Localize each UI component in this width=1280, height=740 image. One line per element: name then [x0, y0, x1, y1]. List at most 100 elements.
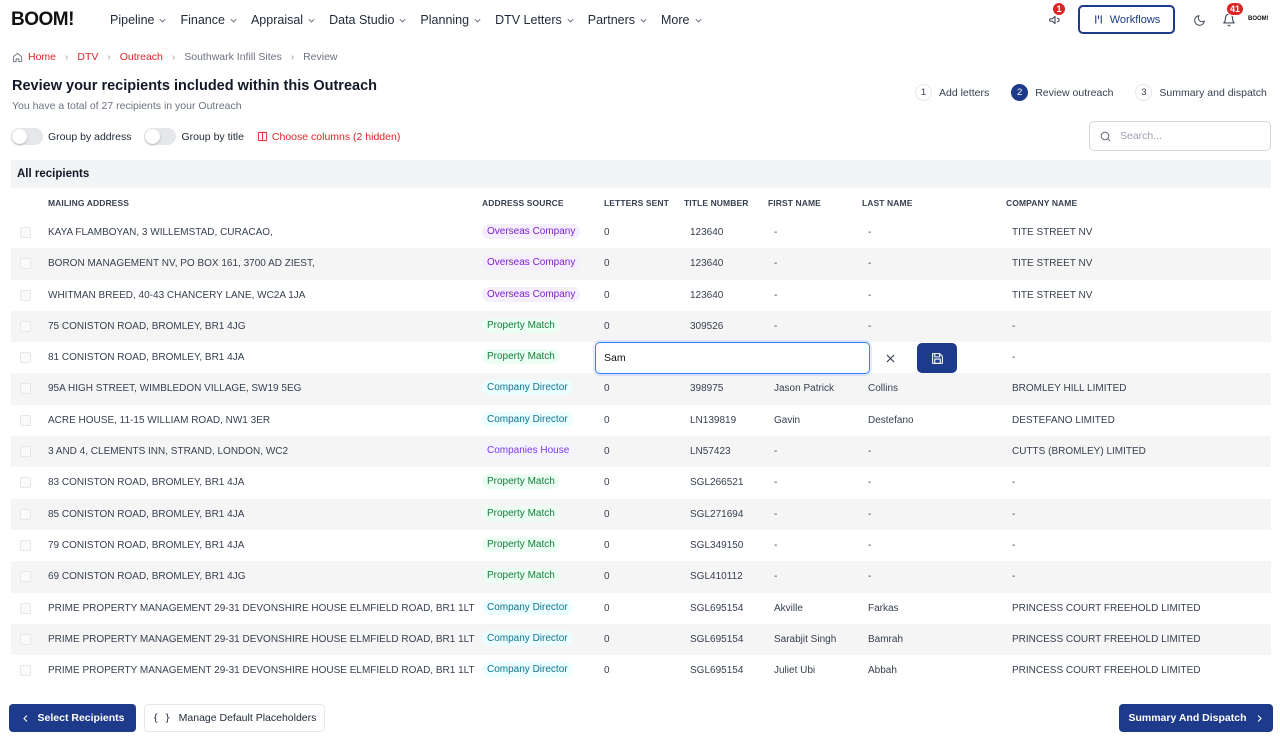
cell-company-name[interactable]: TITE STREET NV	[1012, 258, 1092, 269]
row-checkbox[interactable]	[20, 446, 31, 458]
column-header-letters-sent[interactable]: LETTERS SENT	[604, 198, 669, 208]
nav-item-data-studio[interactable]: Data Studio	[329, 13, 406, 27]
breadcrumb-home[interactable]: Home	[28, 51, 56, 63]
step-review-outreach[interactable]: 2 Review outreach	[1011, 84, 1113, 101]
column-header-title-number[interactable]: TITLE NUMBER	[684, 198, 748, 208]
cell-last-name[interactable]: Bamrah	[868, 634, 903, 645]
search-input[interactable]: Search...	[1089, 121, 1271, 151]
theme-toggle-button[interactable]	[1189, 10, 1209, 30]
nav-item-dtv-letters[interactable]: DTV Letters	[495, 13, 574, 27]
row-checkbox[interactable]	[20, 289, 31, 301]
cell-first-name[interactable]: Gavin	[774, 415, 800, 426]
row-checkbox[interactable]	[20, 571, 31, 583]
breadcrumb-dtv[interactable]: DTV	[77, 51, 98, 63]
cell-last-name[interactable]: Collins	[868, 383, 898, 394]
cell-company-name[interactable]: BROMLEY HILL LIMITED	[1012, 383, 1126, 394]
nav-item-planning[interactable]: Planning	[420, 13, 481, 27]
cell-first-name[interactable]: Jason Patrick	[774, 383, 834, 394]
table-row[interactable]: 95A HIGH STREET, WIMBLEDON VILLAGE, SW19…	[11, 373, 1271, 405]
table-row[interactable]: 83 CONISTON ROAD, BROMLEY, BR1 4JA Proper…	[11, 467, 1271, 498]
cell-company-name[interactable]: -	[1012, 571, 1015, 582]
cell-first-name[interactable]: -	[774, 227, 777, 238]
table-row[interactable]: PRIME PROPERTY MANAGEMENT 29-31 DEVONSHI…	[11, 655, 1271, 686]
column-header-address-source[interactable]: ADDRESS SOURCE	[482, 198, 564, 208]
cell-last-name[interactable]: -	[868, 290, 871, 301]
cell-company-name[interactable]: -	[1012, 509, 1015, 520]
row-checkbox[interactable]	[20, 258, 31, 270]
nav-item-appraisal[interactable]: Appraisal	[251, 13, 315, 27]
notifications-button[interactable]: 41	[1219, 2, 1245, 30]
table-row[interactable]: 79 CONISTON ROAD, BROMLEY, BR1 4JA Proper…	[11, 530, 1271, 561]
manage-placeholders-button[interactable]: { } Manage Default Placeholders	[144, 704, 325, 732]
cell-last-name[interactable]: -	[868, 446, 871, 457]
cell-first-name[interactable]: -	[774, 477, 777, 488]
select-recipients-button[interactable]: Select Recipients	[9, 704, 136, 732]
cell-last-name[interactable]: -	[868, 258, 871, 269]
cell-company-name[interactable]: PRINCESS COURT FREEHOLD LIMITED	[1012, 603, 1201, 614]
app-logo[interactable]: BOOM!	[11, 9, 74, 31]
summary-dispatch-button[interactable]: Summary And Dispatch	[1119, 704, 1273, 732]
cell-first-name[interactable]: -	[774, 290, 777, 301]
cell-last-name[interactable]: Farkas	[868, 603, 899, 614]
table-row[interactable]: PRIME PROPERTY MANAGEMENT 29-31 DEVONSHI…	[11, 623, 1271, 656]
account-brand[interactable]: BOOM!	[1248, 16, 1269, 22]
cell-last-name[interactable]: Abbah	[868, 665, 897, 676]
nav-item-finance[interactable]: Finance	[180, 13, 237, 27]
cell-first-name[interactable]: Akville	[774, 603, 803, 614]
table-row[interactable]: KAYA FLAMBOYAN, 3 WILLEMSTAD, CURACAO, Ov…	[11, 217, 1271, 248]
table-row[interactable]: ACRE HOUSE, 11-15 WILLIAM ROAD, NW1 3ER C…	[11, 405, 1271, 436]
table-row[interactable]: PRIME PROPERTY MANAGEMENT 29-31 DEVONSHI…	[11, 593, 1271, 624]
row-checkbox[interactable]	[20, 227, 31, 238]
table-row[interactable]: WHITMAN BREED, 40-43 CHANCERY LANE, WC2A…	[11, 280, 1271, 311]
cell-last-name[interactable]: Destefano	[868, 415, 914, 426]
nav-item-partners[interactable]: Partners	[588, 13, 647, 27]
row-checkbox[interactable]	[20, 383, 31, 395]
cell-last-name[interactable]: -	[868, 227, 871, 238]
nav-item-pipeline[interactable]: Pipeline	[110, 13, 166, 27]
cell-last-name[interactable]: -	[868, 540, 871, 551]
row-checkbox[interactable]	[20, 665, 31, 677]
cell-company-name[interactable]: CUTTS (BROMLEY) LIMITED	[1012, 446, 1146, 457]
first-name-edit-input[interactable]: Sam	[595, 342, 870, 374]
cell-company-name[interactable]: DESTEFANO LIMITED	[1012, 415, 1115, 426]
cell-first-name[interactable]: Juliet Ubi	[774, 665, 815, 676]
column-header-company-name[interactable]: COMPANY NAME	[1006, 198, 1077, 208]
table-row[interactable]: 3 AND 4, CLEMENTS INN, STRAND, LONDON, W…	[11, 436, 1271, 468]
column-header-last-name[interactable]: LAST NAME	[862, 198, 912, 208]
cell-last-name[interactable]: -	[868, 477, 871, 488]
cell-first-name[interactable]: -	[774, 571, 777, 582]
table-row[interactable]: 75 CONISTON ROAD, BROMLEY, BR1 4JG Proper…	[11, 310, 1271, 343]
cell-first-name[interactable]: -	[774, 540, 777, 551]
save-edit-button[interactable]	[917, 343, 957, 373]
breadcrumb-outreach[interactable]: Outreach	[120, 51, 163, 63]
cell-last-name[interactable]: -	[868, 509, 871, 520]
announcements-button[interactable]: 1	[1045, 2, 1066, 30]
table-row[interactable]: BORON MANAGEMENT NV, PO BOX 161, 3700 AD…	[11, 248, 1271, 280]
cell-company-name[interactable]: -	[1012, 352, 1015, 363]
row-checkbox[interactable]	[20, 477, 31, 489]
cell-first-name[interactable]: Sarabjit Singh	[774, 634, 836, 645]
row-checkbox[interactable]	[20, 539, 31, 551]
cell-first-name[interactable]: -	[774, 258, 777, 269]
row-checkbox[interactable]	[20, 633, 31, 645]
step-summary-dispatch[interactable]: 3 Summary and dispatch	[1135, 84, 1267, 101]
cell-last-name[interactable]: -	[868, 321, 871, 332]
choose-columns-button[interactable]: Choose columns (2 hidden)	[257, 131, 400, 143]
row-checkbox[interactable]	[20, 320, 31, 332]
column-header-mailing-address[interactable]: MAILING ADDRESS	[48, 198, 129, 208]
nav-item-more[interactable]: More	[661, 13, 701, 27]
workflows-button[interactable]: Workflows	[1078, 5, 1175, 34]
cell-company-name[interactable]: TITE STREET NV	[1012, 227, 1092, 238]
group-by-address-toggle[interactable]	[11, 128, 43, 145]
cell-first-name[interactable]: -	[774, 446, 777, 457]
table-row[interactable]: 69 CONISTON ROAD, BROMLEY, BR1 4JG Proper…	[11, 561, 1271, 593]
breadcrumb-outreach-name[interactable]: Southwark Infill Sites	[184, 51, 281, 63]
row-checkbox[interactable]	[20, 602, 31, 614]
group-by-title-toggle[interactable]	[144, 128, 177, 145]
cell-company-name[interactable]: -	[1012, 321, 1015, 332]
cell-company-name[interactable]: -	[1012, 540, 1015, 551]
row-checkbox[interactable]	[20, 352, 31, 364]
cell-company-name[interactable]: TITE STREET NV	[1012, 290, 1092, 301]
cell-first-name[interactable]: -	[774, 321, 777, 332]
row-checkbox[interactable]	[20, 508, 31, 520]
